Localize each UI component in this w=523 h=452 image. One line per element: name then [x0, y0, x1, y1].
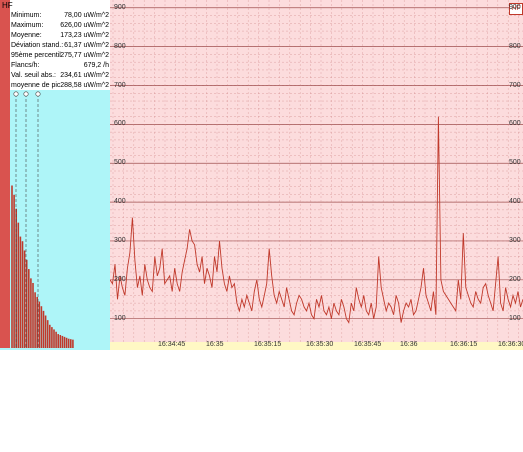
statistics-panel: HF Minimum: 78,00 uW/m^2 Maximum: 626,00 uW…	[0, 0, 110, 350]
y-tick-label: 200	[509, 275, 521, 283]
threshold-handle	[23, 91, 29, 97]
y-tick-label: 700	[509, 81, 521, 89]
stat-value: 234,61 uW/m^2	[60, 72, 109, 79]
stat-value: 173,23 uW/m^2	[60, 32, 109, 39]
y-tick-label: 500	[114, 159, 126, 167]
hf-monitor-window: HF Minimum: 78,00 uW/m^2 Maximum: 626,00 uW…	[0, 0, 523, 350]
stat-value: 626,00 uW/m^2	[60, 22, 109, 29]
y-tick-label: 300	[509, 236, 521, 244]
stat-row: moyenne de pic 288,58 uW/m^2	[11, 81, 109, 91]
stat-label: Déviation stand.:	[11, 42, 64, 49]
y-tick-label: 400	[509, 198, 521, 206]
stat-row: Moyenne: 173,23 uW/m^2	[11, 31, 109, 41]
x-tick-label: 16:35:15	[254, 341, 282, 348]
y-tick-label: 200	[114, 275, 126, 283]
stat-value: 61,37 uW/m^2	[64, 42, 109, 49]
stat-label: Val. seuil abs.:	[11, 72, 57, 79]
x-tick-label: 16:36	[400, 341, 418, 348]
stat-row: Val. seuil abs.: 234,61 uW/m^2	[11, 71, 109, 81]
y-tick-label: 900	[509, 3, 521, 11]
y-tick-label: 400	[114, 198, 126, 206]
stat-label: Flancs/h:	[11, 62, 40, 69]
x-tick-label: 16:35:45	[354, 341, 382, 348]
stat-row: Déviation stand.: 61,37 uW/m^2	[11, 41, 109, 51]
x-tick-label: 16:36:30	[498, 341, 523, 348]
y-tick-label: 800	[114, 42, 126, 50]
y-tick-label: 300	[114, 236, 126, 244]
stat-row: 95ème percentil 275,77 uW/m^2	[11, 51, 109, 61]
y-tick-label: 700	[114, 81, 126, 89]
y-tick-label: 600	[114, 120, 126, 128]
x-tick-label: 16:35	[206, 341, 224, 348]
y-tick-label: 500	[509, 159, 521, 167]
stat-row: Flancs/h: 679,2 /h	[11, 61, 109, 71]
threshold-handle	[35, 91, 41, 97]
x-tick-label: 16:35:30	[306, 341, 334, 348]
panel-title: HF	[2, 1, 13, 10]
y-tick-label: 100	[114, 314, 126, 322]
stat-label: Moyenne:	[11, 32, 42, 39]
stat-row: Minimum: 78,00 uW/m^2	[11, 11, 109, 21]
stat-label: Minimum:	[11, 12, 42, 19]
stat-label: moyenne de pic	[11, 82, 61, 89]
y-tick-label: 600	[509, 120, 521, 128]
stat-value: 78,00 uW/m^2	[64, 12, 109, 19]
stat-label: 95ème percentil	[11, 52, 61, 59]
stat-row: Maximum: 626,00 uW/m^2	[11, 21, 109, 31]
stat-value: 679,2 /h	[83, 62, 109, 69]
stat-label: Maximum:	[11, 22, 44, 29]
x-tick-label: 16:34:45	[158, 341, 186, 348]
stat-value: 288,58 uW/m^2	[60, 82, 109, 89]
y-tick-label: 800	[509, 42, 521, 50]
stat-value: 275,77 uW/m^2	[60, 52, 109, 59]
hf-line-chart[interactable]	[110, 0, 523, 342]
x-tick-label: 16:36:15	[450, 341, 478, 348]
y-tick-label: 900	[114, 3, 126, 11]
y-tick-label: 100	[509, 314, 521, 322]
threshold-handle	[13, 91, 19, 97]
